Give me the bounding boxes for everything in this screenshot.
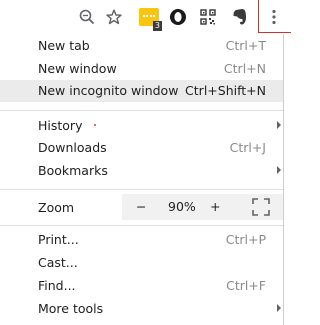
extension-badge-count: 3 xyxy=(152,21,162,31)
menu-separator xyxy=(0,189,283,190)
menu-separator xyxy=(0,225,283,226)
menu-item-label: More tools xyxy=(38,301,104,316)
menu-item-label: Cast... xyxy=(38,255,78,270)
menu-item-downloads[interactable]: Downloads Ctrl+J xyxy=(0,137,283,159)
submenu-arrow-icon xyxy=(277,166,281,174)
menu-item-shortcut: Ctrl+F xyxy=(226,278,266,293)
menu-item-print[interactable]: Print... Ctrl+P xyxy=(0,229,283,251)
menu-item-label: History xyxy=(38,118,83,133)
menu-item-label: Print... xyxy=(38,232,79,247)
zoom-level: 90% xyxy=(168,199,196,214)
extension-icon[interactable]: 3 xyxy=(137,6,162,31)
menu-item-shortcut: Ctrl+N xyxy=(223,61,266,76)
zoom-label: Zoom xyxy=(38,200,75,215)
menu-item-label: New window xyxy=(38,61,117,76)
more-menu-icon[interactable] xyxy=(263,6,285,28)
browser-menu: New tab Ctrl+T New window Ctrl+N New inc… xyxy=(0,34,284,325)
zoom-icon[interactable] xyxy=(76,6,98,28)
menu-item-history[interactable]: History xyxy=(0,115,283,137)
zoom-controls: − 90% + xyxy=(122,194,283,220)
submenu-arrow-icon xyxy=(277,121,281,129)
menu-item-bookmarks[interactable]: Bookmarks xyxy=(0,160,283,182)
menu-item-label: New incognito window xyxy=(38,83,179,98)
zoom-in-button[interactable]: + xyxy=(210,199,220,214)
menu-separator xyxy=(0,110,283,111)
menu-item-more-tools[interactable]: More tools xyxy=(0,298,283,320)
zoom-out-button[interactable]: − xyxy=(136,199,146,214)
extension-badge-icon: 3 xyxy=(139,8,162,31)
star-icon[interactable] xyxy=(103,6,125,28)
menu-item-shortcut: Ctrl+Shift+N xyxy=(185,83,266,98)
menu-item-label: Downloads xyxy=(38,140,107,155)
menu-item-new-incognito-window[interactable]: New incognito window Ctrl+Shift+N xyxy=(0,80,283,102)
browser-toolbar: 3 xyxy=(0,0,292,34)
qr-code-icon[interactable] xyxy=(197,6,219,28)
menu-item-label: New tab xyxy=(38,38,90,53)
notification-dot-icon xyxy=(94,124,96,126)
zoom-row: Zoom − 90% + xyxy=(0,194,283,220)
menu-item-shortcut: Ctrl+T xyxy=(225,38,266,53)
fullscreen-icon[interactable] xyxy=(252,198,270,219)
menu-item-find[interactable]: Find... Ctrl+F xyxy=(0,275,283,297)
menu-item-label: Bookmarks xyxy=(38,163,108,178)
submenu-arrow-icon xyxy=(277,304,281,312)
menu-item-label: Find... xyxy=(38,278,76,293)
opera-icon[interactable] xyxy=(167,6,189,28)
menu-item-new-tab[interactable]: New tab Ctrl+T xyxy=(0,35,283,57)
menu-item-shortcut: Ctrl+P xyxy=(225,232,266,247)
evernote-icon[interactable] xyxy=(229,6,251,28)
menu-item-cast[interactable]: Cast... xyxy=(0,252,283,274)
menu-item-shortcut: Ctrl+J xyxy=(229,140,266,155)
menu-item-new-window[interactable]: New window Ctrl+N xyxy=(0,58,283,80)
